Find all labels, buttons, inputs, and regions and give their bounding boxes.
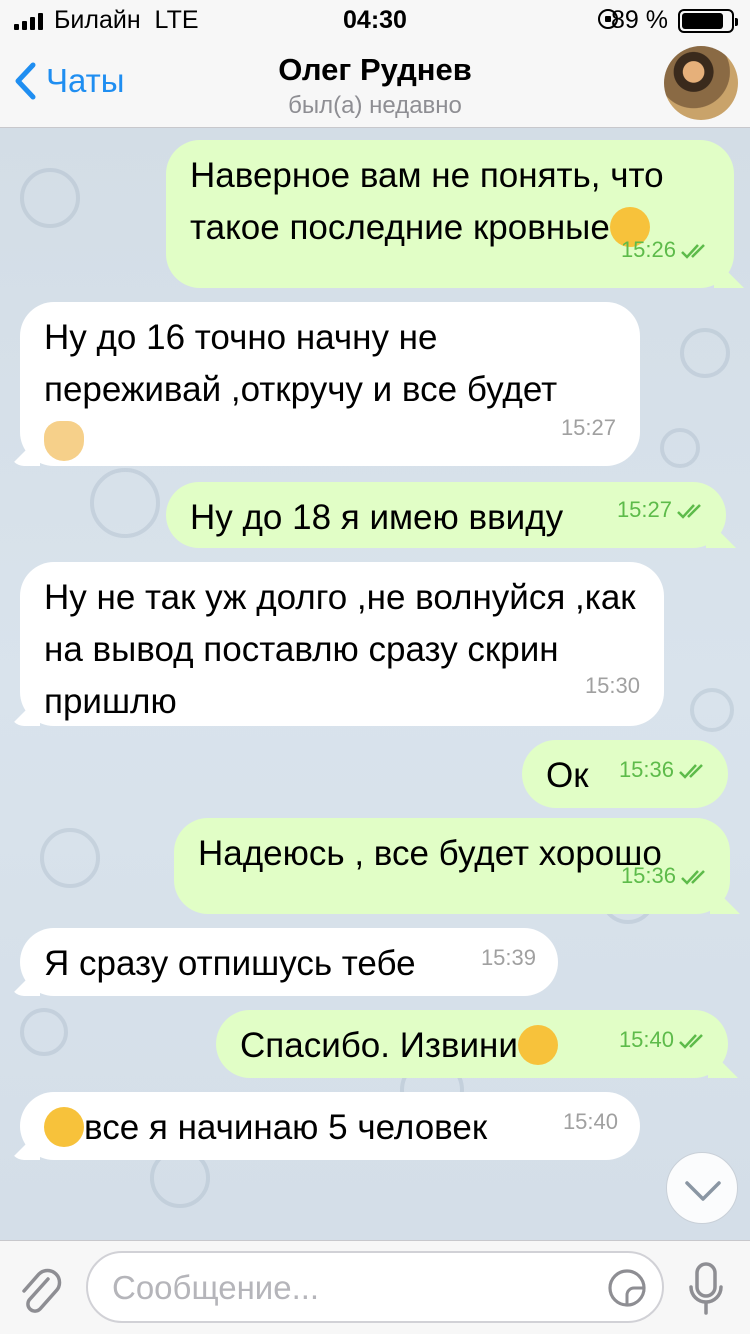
- message-incoming[interactable]: все я начинаю 5 человек 15:40: [10, 1092, 640, 1160]
- message-time: 15:39: [480, 945, 536, 970]
- avatar[interactable]: [664, 46, 738, 120]
- message-time: 15:30: [584, 673, 640, 698]
- contact-name[interactable]: Олег Руднев: [0, 52, 750, 88]
- ok-hand-icon: [44, 420, 84, 461]
- message-meta: 15:27: [617, 484, 708, 536]
- smiling-face-icon: [44, 1106, 84, 1147]
- scroll-to-bottom-button[interactable]: [666, 1152, 738, 1224]
- message-time: 15:40: [562, 1109, 618, 1134]
- message-text: Ну до 18 я имею ввиду: [190, 498, 564, 537]
- double-check-icon: [677, 504, 701, 519]
- message-outgoing[interactable]: Наверное вам не понять, что такое послед…: [166, 140, 744, 288]
- message-meta: 15:36: [619, 744, 710, 796]
- message-outgoing[interactable]: Ок 15:36: [522, 740, 728, 808]
- sticker-icon[interactable]: [606, 1267, 648, 1309]
- message-incoming[interactable]: Ну до 16 точно начну не переживай ,откру…: [10, 302, 640, 466]
- status-bar: Билайн LTE 04:30 89 %: [0, 0, 750, 40]
- upside-down-face-icon: [517, 1024, 558, 1065]
- message-meta: 15:40: [619, 1014, 710, 1066]
- message-text: Спасибо. Извини: [240, 1026, 518, 1065]
- paperclip-icon[interactable]: [18, 1265, 64, 1317]
- battery-icon: [678, 9, 738, 33]
- message-time: 15:27: [560, 415, 616, 440]
- message-meta: 15:26: [621, 224, 712, 276]
- message-text: Ок: [546, 756, 589, 795]
- microphone-icon[interactable]: [686, 1261, 726, 1317]
- chevron-down-icon: [685, 1181, 721, 1201]
- chat-header: Чаты Олег Руднев был(а) недавно: [0, 40, 750, 128]
- message-composer: [0, 1240, 750, 1334]
- message-text: Ну до 16 точно начну не переживай ,откру…: [44, 318, 558, 409]
- message-text: Надеюсь , все будет хорошо: [198, 834, 662, 873]
- double-check-icon: [679, 764, 703, 779]
- double-check-icon: [681, 244, 705, 259]
- message-text: все я начинаю 5 человек: [84, 1108, 488, 1147]
- message-input[interactable]: [112, 1263, 592, 1313]
- contact-status: был(а) недавно: [288, 92, 462, 119]
- message-text: Я сразу отпишусь тебе: [44, 944, 416, 983]
- message-outgoing[interactable]: Надеюсь , все будет хорошо 15:36: [174, 818, 740, 914]
- message-outgoing[interactable]: Спасибо. Извини 15:40: [216, 1010, 738, 1078]
- double-check-icon: [681, 870, 705, 885]
- message-meta: 15:36: [621, 850, 712, 902]
- message-incoming[interactable]: Ну не так уж долго ,не волнуйся ,как на …: [10, 562, 664, 726]
- message-text: Наверное вам не понять, что такое послед…: [190, 156, 664, 247]
- double-check-icon: [679, 1034, 703, 1049]
- message-input-field[interactable]: [86, 1251, 664, 1323]
- battery-percent: 89 %: [611, 6, 668, 34]
- message-incoming[interactable]: Я сразу отпишусь тебе 15:39: [10, 928, 558, 996]
- message-outgoing[interactable]: Ну до 18 я имею ввиду 15:27: [166, 482, 736, 548]
- message-text: Ну не так уж долго ,не волнуйся ,как на …: [44, 578, 636, 721]
